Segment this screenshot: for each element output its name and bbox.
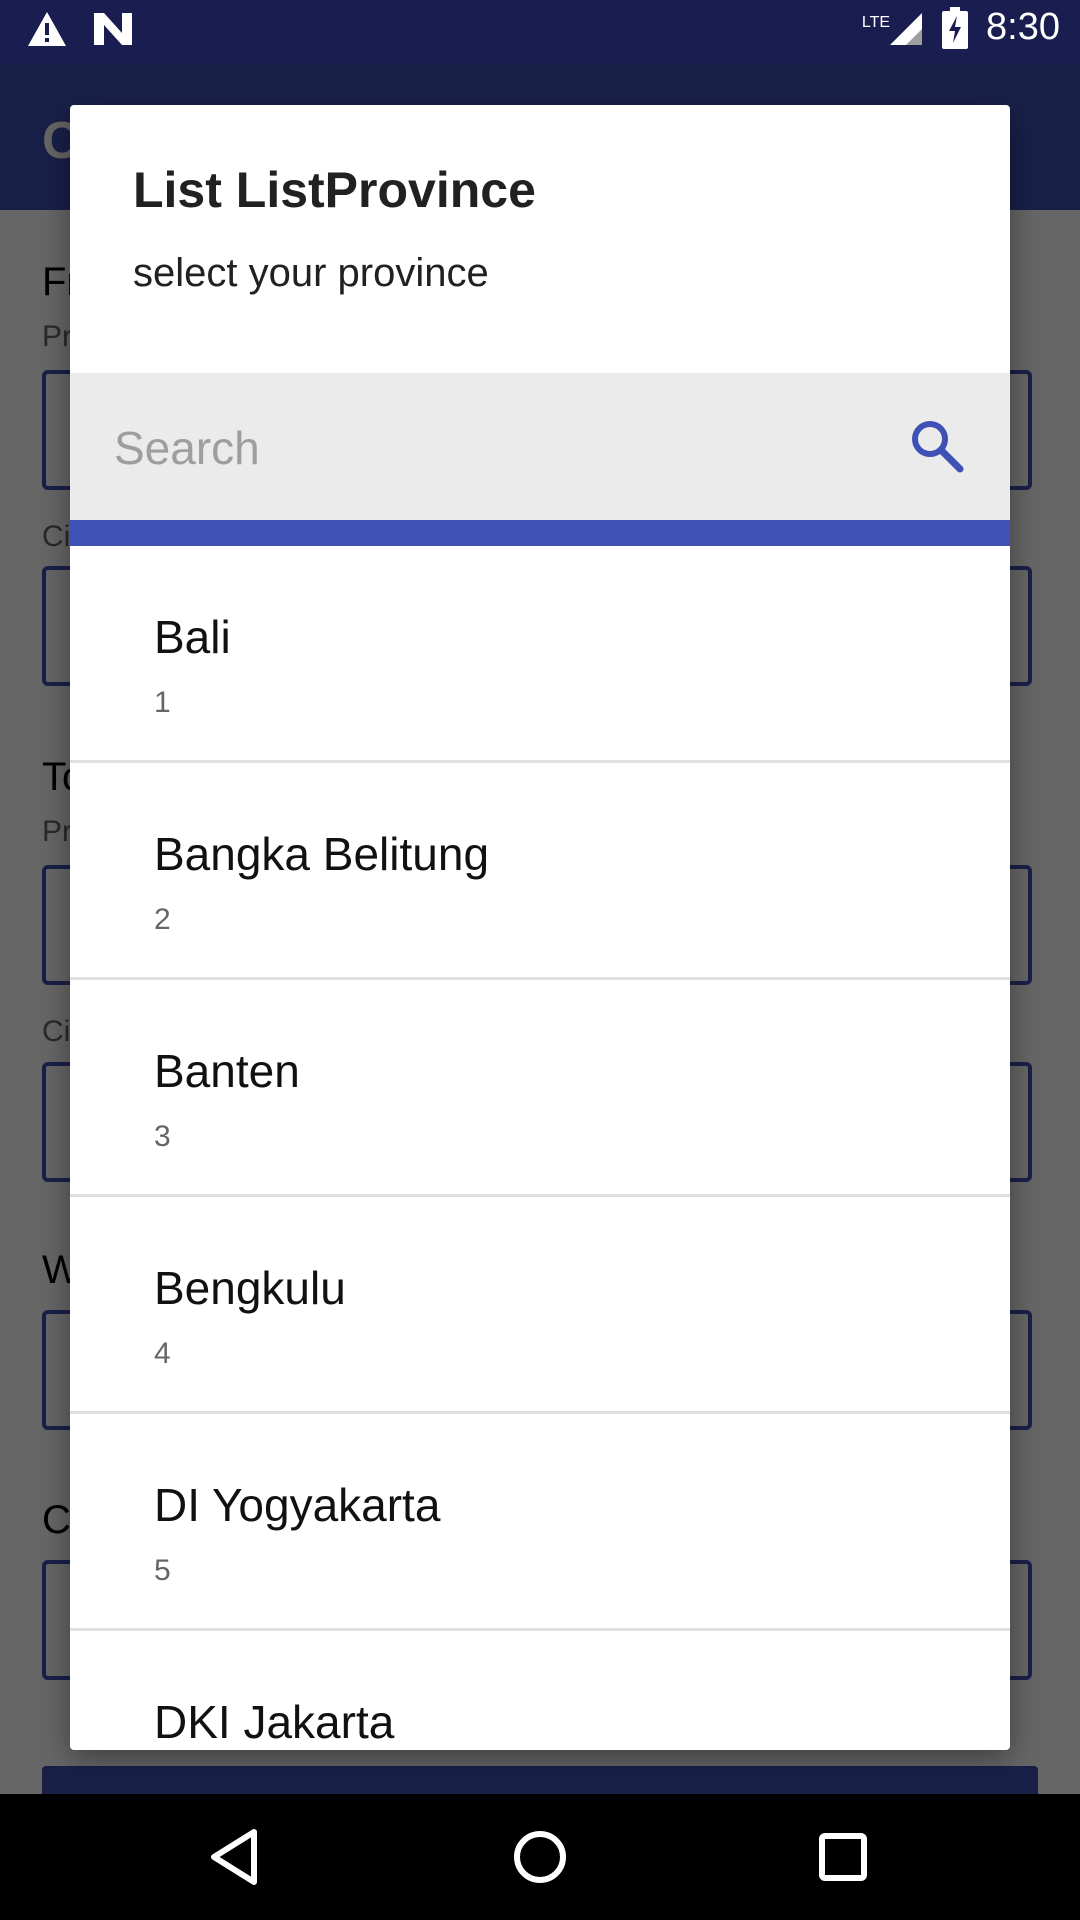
search-bar <box>70 373 1010 520</box>
province-dialog: List ListProvince select your province B… <box>70 105 1010 1750</box>
province-item-bangka-belitung[interactable]: Bangka Belitung 2 <box>70 763 1010 980</box>
dialog-subtitle: select your province <box>133 251 489 295</box>
province-id: 4 <box>154 1337 171 1370</box>
province-name: Banten <box>154 1045 300 1097</box>
province-id: 1 <box>154 686 171 719</box>
province-item-di-yogyakarta[interactable]: DI Yogyakarta 5 <box>70 1414 1010 1631</box>
warning-icon <box>28 12 66 46</box>
status-bar: LTE 8:30 <box>0 0 1080 63</box>
dialog-title: List ListProvince <box>133 162 536 218</box>
province-id: 2 <box>154 903 171 936</box>
province-name: Bangka Belitung <box>154 828 490 880</box>
navigation-bar <box>0 1794 1080 1920</box>
province-name: DKI Jakarta <box>154 1696 395 1748</box>
recents-icon[interactable] <box>810 1824 876 1890</box>
province-name: Bali <box>154 611 231 663</box>
search-icon[interactable] <box>908 417 966 475</box>
province-item-bengkulu[interactable]: Bengkulu 4 <box>70 1197 1010 1414</box>
province-name: Bengkulu <box>154 1262 346 1314</box>
province-id: 3 <box>154 1120 171 1153</box>
search-input[interactable] <box>112 409 876 487</box>
province-item-bali[interactable]: Bali 1 <box>70 546 1010 763</box>
n-logo-icon <box>94 13 132 45</box>
accent-divider <box>70 520 1010 546</box>
battery-charging-icon <box>942 6 969 49</box>
province-name: DI Yogyakarta <box>154 1479 441 1531</box>
province-item-banten[interactable]: Banten 3 <box>70 980 1010 1197</box>
province-id: 5 <box>154 1554 171 1587</box>
province-list: Bali 1 Bangka Belitung 2 Banten 3 Bengku… <box>70 546 1010 1750</box>
signal-icon <box>890 12 923 45</box>
province-item-dki-jakarta[interactable]: DKI Jakarta 6 <box>70 1631 1010 1750</box>
back-icon[interactable] <box>204 1824 270 1890</box>
clock: 8:30 <box>986 6 1060 48</box>
home-icon[interactable] <box>507 1824 573 1890</box>
